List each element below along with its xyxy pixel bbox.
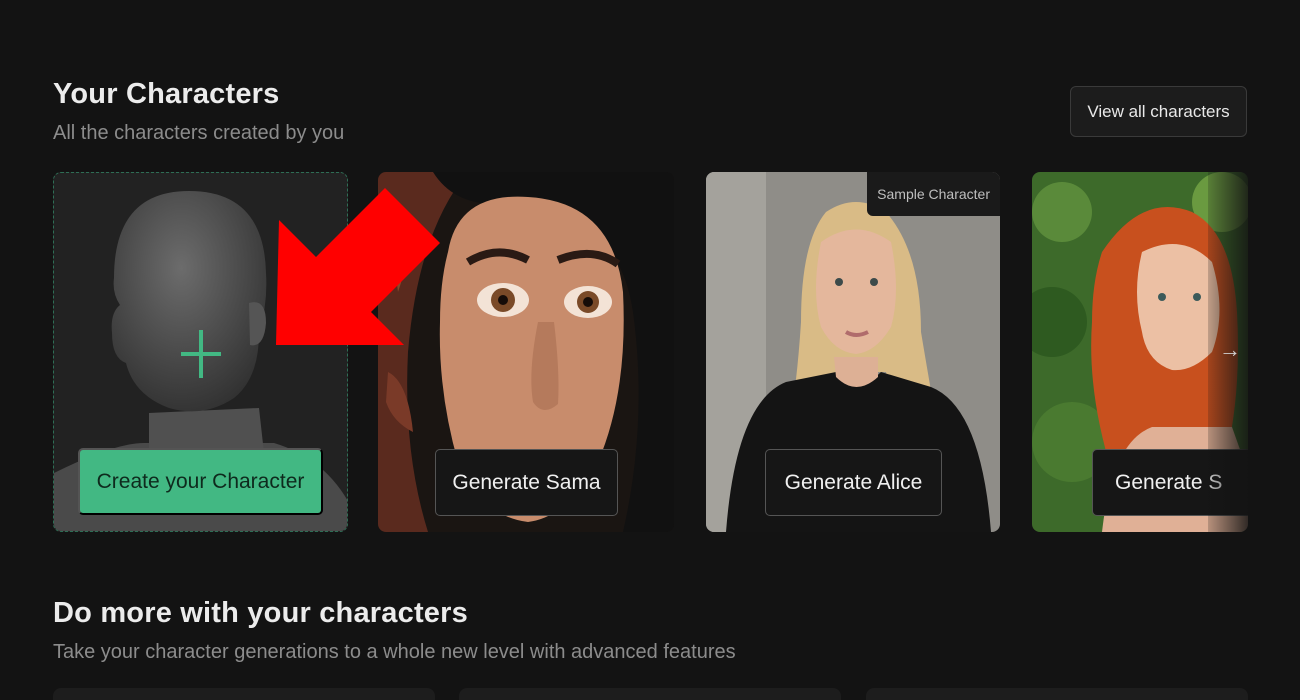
- generate-character-button[interactable]: Generate Alice: [765, 449, 942, 516]
- character-carousel: Create your Character Generate Sama Samp…: [0, 0, 1300, 700]
- feature-card[interactable]: [866, 688, 1248, 700]
- character-card-alice[interactable]: Sample Character Generate Alice: [706, 172, 1000, 532]
- arrow-right-icon[interactable]: →: [1216, 336, 1244, 364]
- section-subtitle: Take your character generations to a who…: [53, 641, 736, 663]
- red-arrow-annotation: [276, 188, 440, 345]
- section-title: Do more with your characters: [53, 597, 468, 629]
- plus-icon: [181, 330, 221, 378]
- generate-character-button[interactable]: Generate Sama: [435, 449, 618, 516]
- feature-card[interactable]: [459, 688, 841, 700]
- sample-character-badge: Sample Character: [867, 172, 1000, 216]
- feature-card[interactable]: [53, 688, 435, 700]
- create-character-button[interactable]: Create your Character: [78, 448, 323, 515]
